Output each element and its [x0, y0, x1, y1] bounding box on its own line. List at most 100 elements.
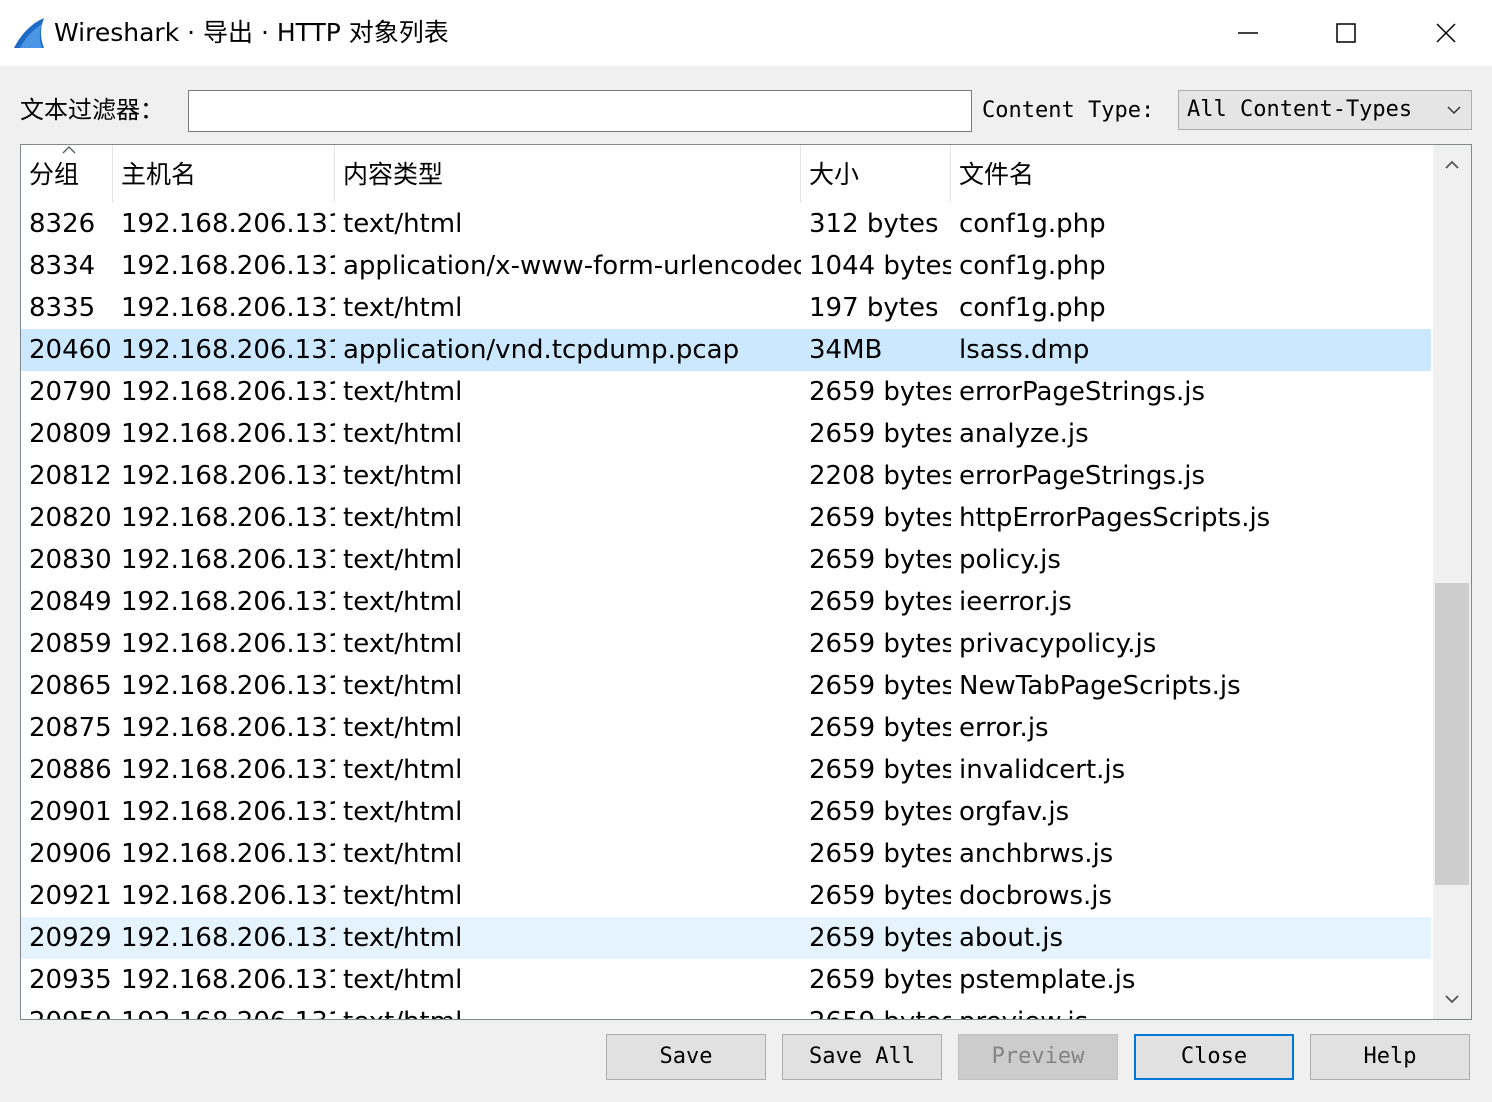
text-filter-input[interactable] [188, 90, 972, 132]
packet-number-cell: 20830 [29, 545, 112, 575]
filename-cell: docbrows.js [959, 881, 1113, 911]
column-header-label: 内容类型 [343, 160, 444, 189]
scroll-down-button[interactable] [1433, 979, 1471, 1019]
scroll-up-button[interactable] [1433, 145, 1471, 185]
table-row[interactable]: 20460 192.168.206.131 application/vnd.tcpd… [21, 329, 1431, 371]
table-row[interactable]: 20935 192.168.206.131 text/html 2659 bytes p… [21, 959, 1431, 1001]
table-row[interactable]: 20830 192.168.206.131 text/html 2659 bytes p… [21, 539, 1431, 581]
scrollbar-thumb[interactable] [1435, 583, 1469, 885]
filename-cell: error.js [959, 713, 1049, 743]
hostname-cell: 192.168.206.131 [121, 797, 335, 827]
wireshark-fin-icon [14, 18, 44, 48]
table-row[interactable]: 20859 192.168.206.131 text/html 2659 bytes p… [21, 623, 1431, 665]
size-cell: 2659 bytes [809, 587, 951, 617]
help-button[interactable]: Help [1310, 1034, 1470, 1080]
content-type-select[interactable]: All Content-Types [1178, 90, 1472, 130]
table-row[interactable]: 20812 192.168.206.131 text/html 2208 bytes e… [21, 455, 1431, 497]
table-row[interactable]: 20865 192.168.206.131 text/html 2659 bytes N… [21, 665, 1431, 707]
filename-cell: httpErrorPagesScripts.js [959, 503, 1271, 533]
column-header-hostname[interactable]: 主机名 [113, 145, 335, 203]
table-row[interactable]: 8326 192.168.206.131 text/html 312 bytes con… [21, 203, 1431, 245]
hostname-cell: 192.168.206.131 [121, 335, 335, 365]
column-header-label: 主机名 [121, 160, 197, 189]
save-all-button[interactable]: Save All [782, 1034, 942, 1080]
hostname-cell: 192.168.206.131 [121, 377, 335, 407]
packet-number-cell: 8335 [29, 293, 96, 323]
table-row[interactable]: 20790 192.168.206.131 text/html 2659 bytes e… [21, 371, 1431, 413]
table-row[interactable]: 20906 192.168.206.131 text/html 2659 bytes a… [21, 833, 1431, 875]
table-row[interactable]: 20950192.168.206.131text/html2659 bytesp… [21, 1001, 1431, 1019]
table-row[interactable]: 20921 192.168.206.131 text/html 2659 bytes d… [21, 875, 1431, 917]
content-type-cell: text/html [335, 1001, 801, 1019]
size-cell: 2659 bytes [809, 503, 951, 533]
column-header-filename[interactable]: 文件名 [951, 145, 1431, 203]
chevron-down-icon [1447, 106, 1461, 115]
packet-number-cell: 20921 [29, 881, 112, 911]
hostname-cell: 192.168.206.131 [121, 545, 335, 575]
table-header: 分组 主机名 内容类型 大小 文件名 [21, 145, 1431, 203]
export-http-objects-dialog: Wireshark · 导出 · HTTP 对象列表 文本过滤器： Conten… [0, 0, 1492, 1102]
content-type-cell: application/vnd.tcpdump.pcap [343, 335, 740, 365]
content-type-cell: text/html [343, 587, 463, 617]
packet-number-cell: 20906 [29, 839, 112, 869]
filename-cell: conf1g.php [959, 209, 1106, 239]
content-type-value: All Content-Types [1187, 97, 1413, 122]
vertical-scrollbar[interactable] [1433, 145, 1471, 1019]
table-row[interactable]: 8334 192.168.206.131 application/x-www-for… [21, 245, 1431, 287]
table-row[interactable]: 20901 192.168.206.131 text/html 2659 bytes o… [21, 791, 1431, 833]
packet-number-cell: 20929 [29, 923, 112, 953]
table-row[interactable]: 20809 192.168.206.131 text/html 2659 bytes a… [21, 413, 1431, 455]
close-button[interactable]: Close [1134, 1034, 1294, 1080]
content-type-label: Content Type: [982, 98, 1155, 123]
save-button[interactable]: Save [606, 1034, 766, 1080]
filename-cell: NewTabPageScripts.js [959, 671, 1241, 701]
packet-number-cell: 20859 [29, 629, 112, 659]
filename-cell: errorPageStrings.js [959, 461, 1206, 491]
filename-cell: policy.js [959, 545, 1061, 575]
packet-number-cell: 8334 [29, 251, 96, 281]
size-cell: 2659 bytes [801, 1001, 951, 1019]
size-cell: 2208 bytes [809, 461, 951, 491]
minimize-button[interactable] [1208, 8, 1288, 58]
table-row[interactable]: 20875 192.168.206.131 text/html 2659 bytes e… [21, 707, 1431, 749]
hostname-cell: 192.168.206.131 [121, 923, 335, 953]
filename-cell: about.js [959, 923, 1064, 953]
text-filter-label: 文本过滤器： [20, 96, 164, 124]
column-header-label: 大小 [809, 160, 860, 189]
column-header-size[interactable]: 大小 [801, 145, 951, 203]
close-icon [1436, 23, 1456, 43]
hostname-cell: 192.168.206.131 [121, 965, 335, 995]
filename-cell: analyze.js [959, 419, 1089, 449]
hostname-cell: 192.168.206.131 [121, 587, 335, 617]
column-header-packet[interactable]: 分组 [21, 145, 113, 203]
table-row[interactable]: 20929 192.168.206.131 text/html 2659 bytes a… [21, 917, 1431, 959]
table-row[interactable]: 8335 192.168.206.131 text/html 197 bytes con… [21, 287, 1431, 329]
filename-cell: preview.js [951, 1001, 1431, 1019]
content-type-cell: text/html [343, 671, 463, 701]
size-cell: 2659 bytes [809, 671, 951, 701]
maximize-button[interactable] [1306, 8, 1386, 58]
table-body: 8326 192.168.206.131 text/html 312 bytes con… [21, 203, 1431, 1019]
packet-number-cell: 20875 [29, 713, 112, 743]
table-row[interactable]: 20820 192.168.206.131 text/html 2659 bytes h… [21, 497, 1431, 539]
hostname-cell: 192.168.206.131 [121, 293, 335, 323]
hostname-cell: 192.168.206.131 [121, 503, 335, 533]
table-row[interactable]: 20849 192.168.206.131 text/html 2659 bytes i… [21, 581, 1431, 623]
filename-cell: conf1g.php [959, 293, 1106, 323]
title-bar[interactable]: Wireshark · 导出 · HTTP 对象列表 [0, 0, 1492, 66]
content-type-cell: text/html [343, 713, 463, 743]
column-header-content-type[interactable]: 内容类型 [335, 145, 801, 203]
packet-number-cell: 20809 [29, 419, 112, 449]
content-type-cell: text/html [343, 419, 463, 449]
http-objects-table: 分组 主机名 内容类型 大小 文件名 8326 192.168.206.131 te… [20, 144, 1472, 1020]
close-window-button[interactable] [1406, 8, 1486, 58]
content-type-cell: text/html [343, 923, 463, 953]
content-type-cell: text/html [343, 839, 463, 869]
content-type-cell: text/html [343, 545, 463, 575]
content-type-cell: text/html [343, 965, 463, 995]
hostname-cell: 192.168.206.131 [121, 419, 335, 449]
column-header-label: 分组 [29, 160, 80, 189]
table-row[interactable]: 20886 192.168.206.131 text/html 2659 bytes i… [21, 749, 1431, 791]
preview-button[interactable]: Preview [958, 1034, 1118, 1080]
chevron-down-icon [1445, 995, 1459, 1004]
